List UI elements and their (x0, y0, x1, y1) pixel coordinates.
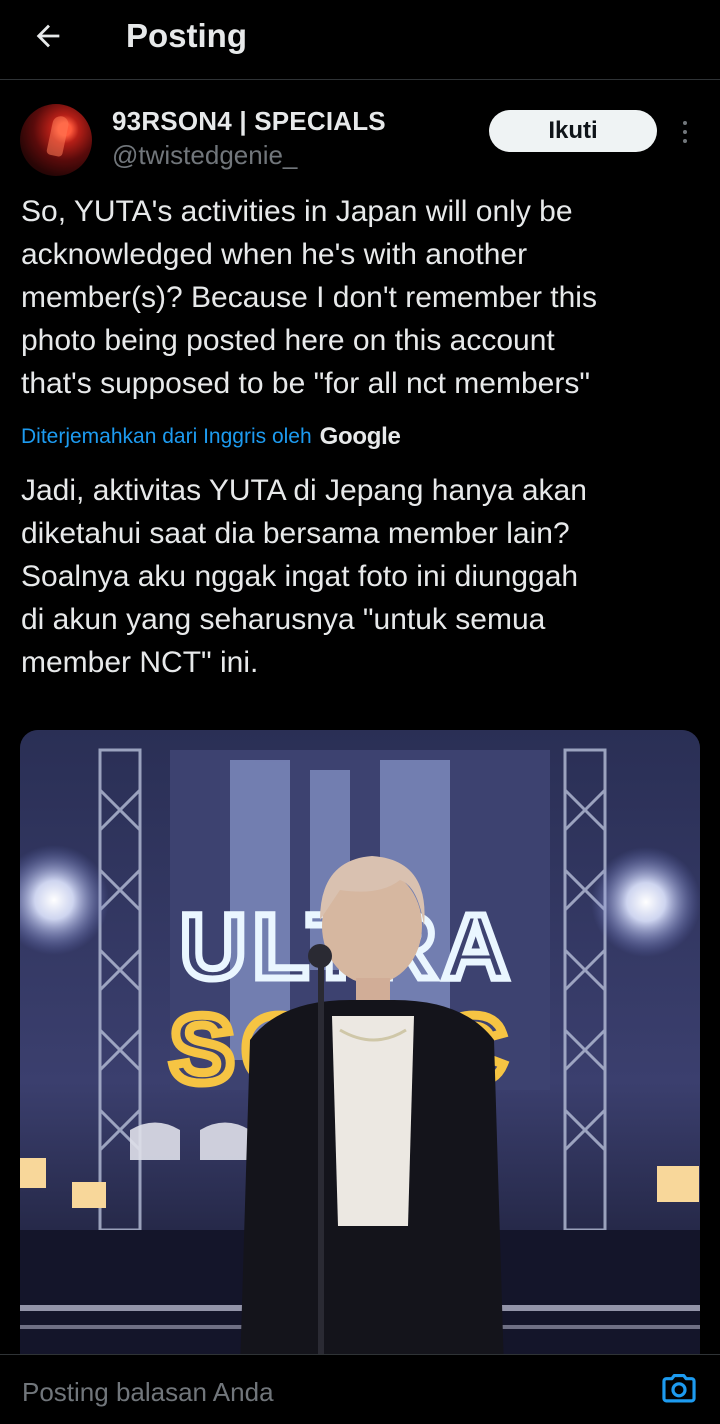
avatar[interactable] (20, 104, 92, 176)
top-bar: Posting (0, 0, 720, 80)
follow-button[interactable]: Ikuti (489, 110, 657, 152)
post-original-text: So, YUTA's activities in Japan will only… (21, 195, 597, 400)
translation-label: Diterjemahkan dari Inggris oleh (21, 425, 312, 448)
page-title: Posting (126, 17, 247, 54)
author-display-name[interactable]: 93RSON4 | SPECIALS (112, 106, 386, 136)
camera-icon (662, 1373, 696, 1403)
back-button[interactable] (26, 14, 70, 58)
post-image[interactable]: ULTRA SONIC (20, 730, 700, 1370)
reply-input[interactable] (20, 1371, 624, 1413)
author-handle[interactable]: @twistedgenie_ (112, 140, 297, 170)
translation-attribution[interactable]: Diterjemahkan dari Inggris oleh Google (21, 422, 401, 452)
arrow-left-icon (36, 24, 60, 48)
more-vertical-icon (683, 121, 687, 143)
google-logo: Google (319, 423, 401, 450)
camera-button[interactable] (660, 1370, 698, 1408)
post-translated-text: Jadi, aktivitas YUTA di Jepang hanya aka… (21, 474, 587, 679)
more-options-button[interactable] (670, 112, 700, 152)
stage-photo: ULTRA SONIC (20, 730, 700, 1370)
reply-bar (0, 1354, 720, 1424)
author-row: 93RSON4 | SPECIALS @twistedgenie_ Ikuti (20, 102, 700, 182)
